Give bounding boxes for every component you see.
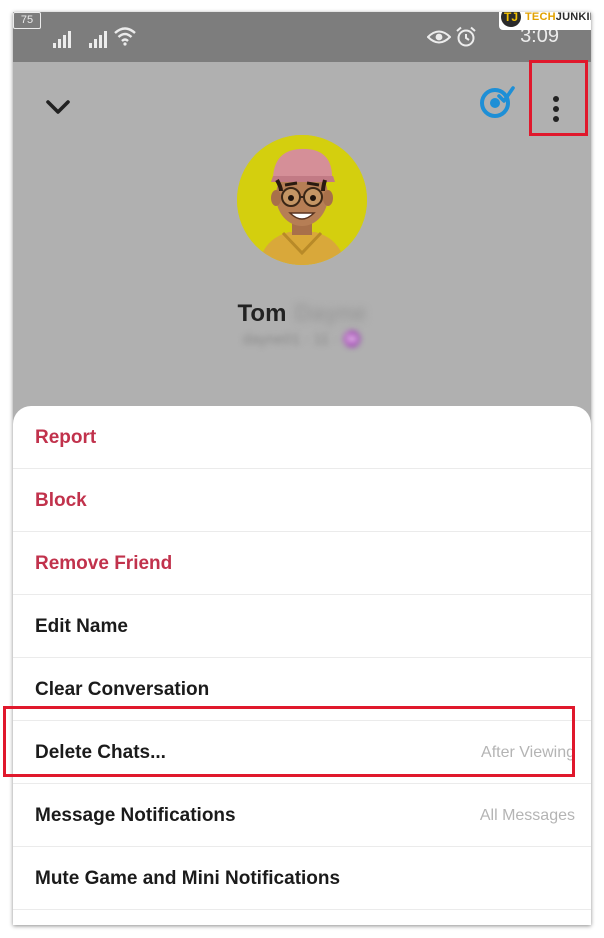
action-sheet: Report Block Remove Friend Edit Name Cle…: [13, 406, 591, 925]
menu-item-edit-name[interactable]: Edit Name: [13, 595, 591, 658]
techjunkie-watermark: TJ TECHJUNKIE: [499, 12, 591, 30]
avatar[interactable]: [237, 135, 367, 265]
app-screen: 75 3:09 TJ TECHJUNKIE: [13, 12, 591, 925]
menu-item-label: Mute Game and Mini Notifications: [35, 868, 341, 889]
menu-item-label: Edit Name: [35, 616, 128, 637]
last-name-blurred: Dayne: [294, 300, 367, 327]
signal-icon: [53, 31, 71, 48]
eye-icon: [427, 30, 451, 44]
username-blurred: dayne01 · 11 · ♒: [242, 331, 362, 348]
alarm-icon: [456, 26, 476, 47]
menu-item-label: Block: [35, 490, 87, 511]
menu-item-mute-game-notifications[interactable]: Mute Game and Mini Notifications: [13, 847, 591, 910]
bitmoji-action-icon[interactable]: [479, 84, 515, 120]
menu-item-block[interactable]: Block: [13, 469, 591, 532]
first-name: Tom: [237, 300, 287, 327]
highlight-box: [3, 706, 575, 777]
highlight-box: [529, 60, 588, 136]
battery-icon: 75: [13, 12, 41, 29]
menu-item-value: All Messages: [479, 807, 575, 824]
profile-name: Tom Dayne: [13, 300, 591, 328]
menu-item-label: Report: [35, 427, 97, 448]
techjunkie-logo-icon: TJ: [501, 12, 521, 27]
chevron-down-icon[interactable]: [43, 92, 73, 122]
menu-item-report[interactable]: Report: [13, 406, 591, 469]
menu-item-remove-friend[interactable]: Remove Friend: [13, 532, 591, 595]
signal-icon: [89, 31, 107, 48]
menu-item-label: Message Notifications: [35, 805, 236, 826]
techjunkie-logo-text: TECHJUNKIE: [525, 12, 591, 23]
logo-text-suffix: JUNKIE: [555, 12, 591, 23]
logo-text-prefix: TECH: [525, 12, 556, 23]
bitmoji-avatar-image: [237, 135, 367, 265]
wifi-icon: [114, 27, 136, 46]
menu-item-message-notifications[interactable]: Message Notifications All Messages: [13, 784, 591, 847]
menu-item-label: Remove Friend: [35, 553, 173, 574]
